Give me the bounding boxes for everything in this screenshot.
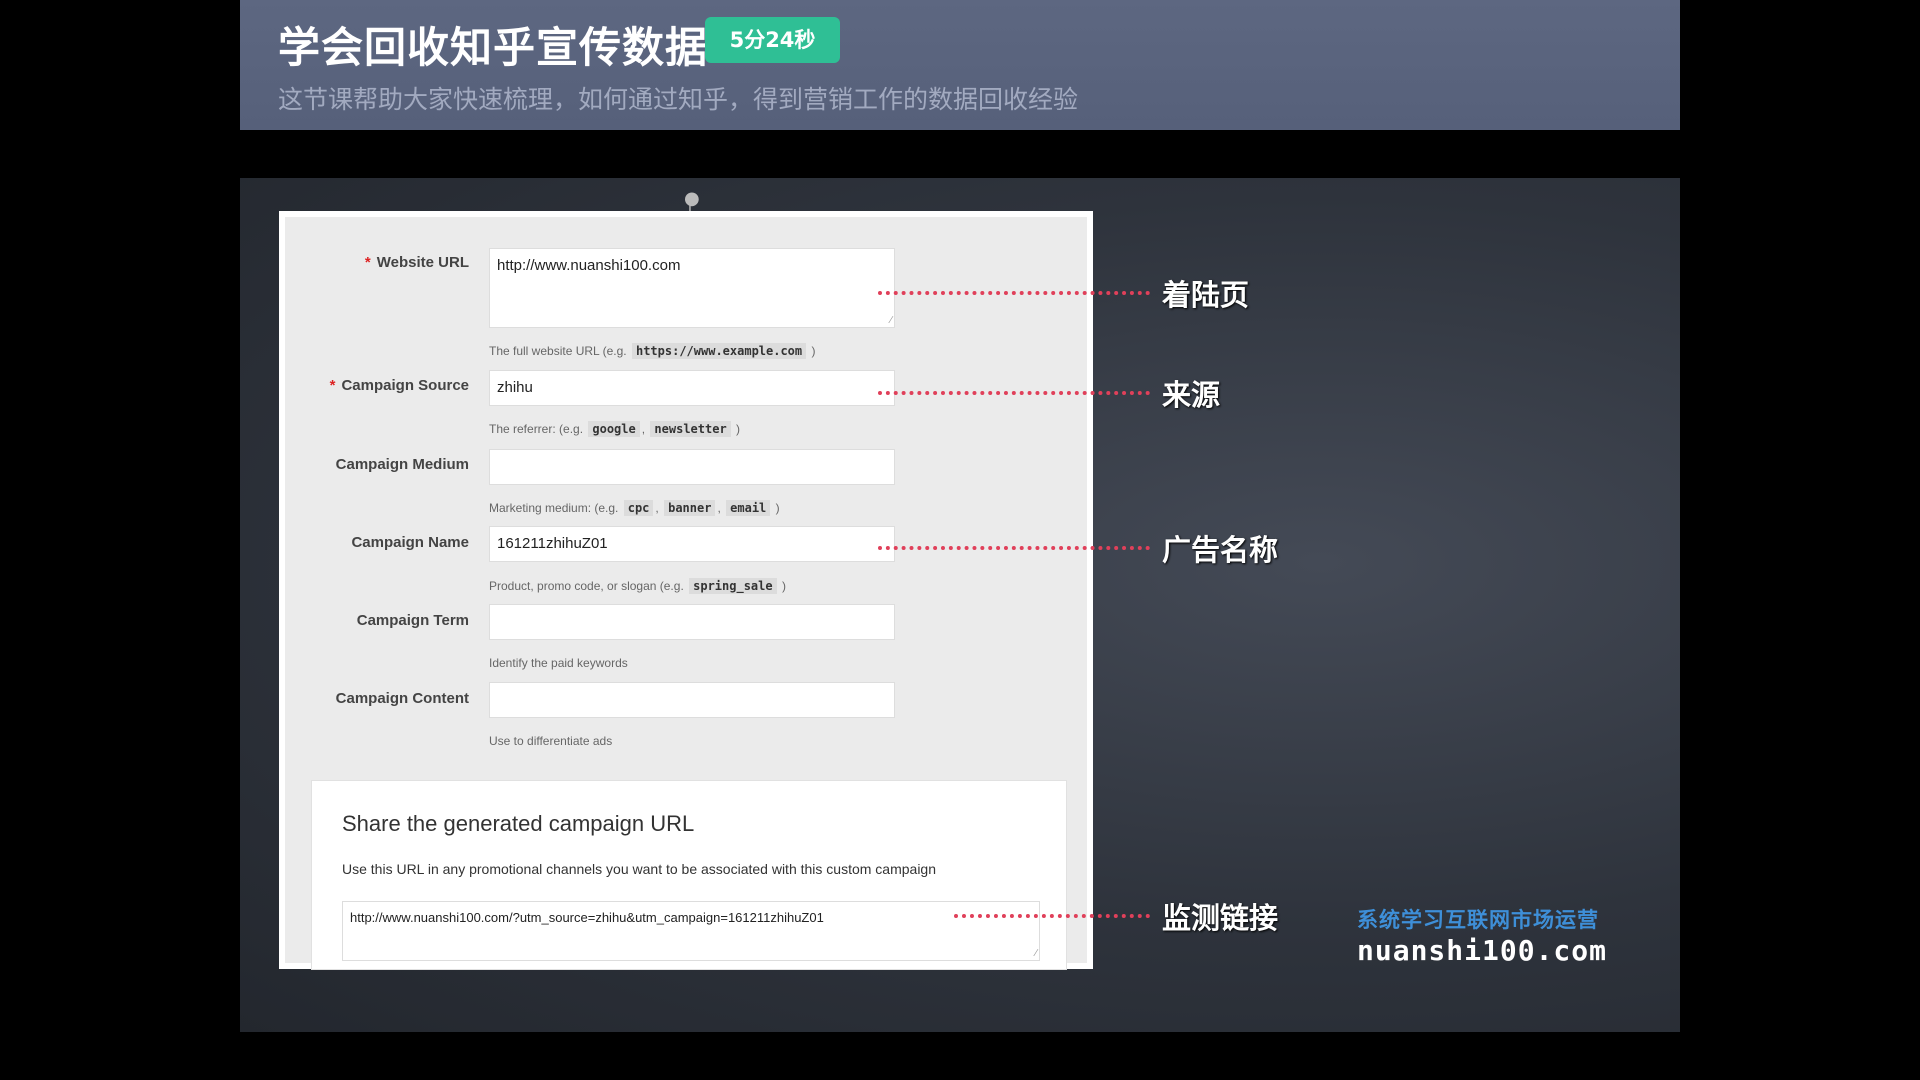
campaign-name-value: 161211zhihuZ01 xyxy=(497,535,608,552)
ad-name-pointer xyxy=(878,546,1150,550)
campaign-medium-input[interactable] xyxy=(489,449,895,485)
tracking-link-pointer xyxy=(954,914,1150,918)
lesson-title: 学会回收知乎宣传数据 xyxy=(278,23,709,72)
lesson-subtitle: 这节课帮助大家快速梳理，如何通过知乎，得到营销工作的数据回收经验 xyxy=(278,85,1079,114)
duration-badge: 5分24秒 xyxy=(705,17,840,63)
website-url-value: http://www.nuanshi100.com xyxy=(497,257,681,274)
campaign-term-label: Campaign Term xyxy=(356,612,469,629)
website-url-label: * Website URL xyxy=(364,254,469,271)
campaign-source-hint: The referrer: (e.g. google, newsletter ) xyxy=(489,421,741,437)
campaign-content-hint: Use to differentiate ads xyxy=(489,734,613,748)
campaign-term-hint: Identify the paid keywords xyxy=(489,656,628,670)
callout-ad-name: 广告名称 xyxy=(1162,533,1279,567)
campaign-source-label: * Campaign Source xyxy=(329,377,469,394)
required-mark: * xyxy=(364,254,371,271)
resize-handle-icon[interactable]: ∕ xyxy=(890,315,892,326)
callout-tracking-link: 监测链接 xyxy=(1162,901,1279,935)
lesson-header: 学会回收知乎宣传数据 5分24秒 这节课帮助大家快速梳理，如何通过知乎，得到营销… xyxy=(240,0,1680,130)
required-mark: * xyxy=(329,377,336,394)
share-campaign-url-box: Share the generated campaign URL Use thi… xyxy=(311,780,1067,970)
callout-source: 来源 xyxy=(1162,378,1221,412)
resize-handle-icon[interactable]: ∕ xyxy=(1035,948,1037,959)
source-pointer xyxy=(878,391,1150,395)
campaign-content-label: Campaign Content xyxy=(335,690,469,707)
campaign-medium-hint: Marketing medium: (e.g. cpc, banner, ema… xyxy=(489,500,780,516)
share-description: Use this URL in any promotional channels… xyxy=(342,861,937,877)
campaign-name-hint: Product, promo code, or slogan (e.g. spr… xyxy=(489,578,786,594)
video-slide: ●│ *Website URL http://www.nuanshi100.co… xyxy=(240,178,1680,1032)
campaign-url-builder-form: * Website URL http://www.nuanshi100.com ∕… xyxy=(279,211,1093,970)
website-url-hint: The full website URL (e.g. https://www.e… xyxy=(489,343,816,359)
callout-landing-page: 着陆页 xyxy=(1162,278,1250,312)
campaign-content-input[interactable] xyxy=(489,682,895,718)
campaign-name-label: Campaign Name xyxy=(351,534,469,551)
landing-page-pointer xyxy=(878,291,1150,295)
campaign-medium-label: Campaign Medium xyxy=(335,456,469,473)
generated-url-field[interactable]: http://www.nuanshi100.com/?utm_source=zh… xyxy=(342,901,1040,961)
campaign-name-input[interactable]: 161211zhihuZ01 xyxy=(489,526,895,562)
campaign-source-value: zhihu xyxy=(497,379,533,396)
watermark-site: nuanshi100.com xyxy=(1357,934,1608,967)
campaign-source-input[interactable]: zhihu xyxy=(489,370,895,406)
generated-url-value: http://www.nuanshi100.com/?utm_source=zh… xyxy=(350,910,824,925)
share-title: Share the generated campaign URL xyxy=(342,811,695,836)
website-url-input[interactable]: http://www.nuanshi100.com ∕ xyxy=(489,248,895,328)
campaign-term-input[interactable] xyxy=(489,604,895,640)
watermark-slogan: 系统学习互联网市场运营 xyxy=(1357,908,1599,932)
